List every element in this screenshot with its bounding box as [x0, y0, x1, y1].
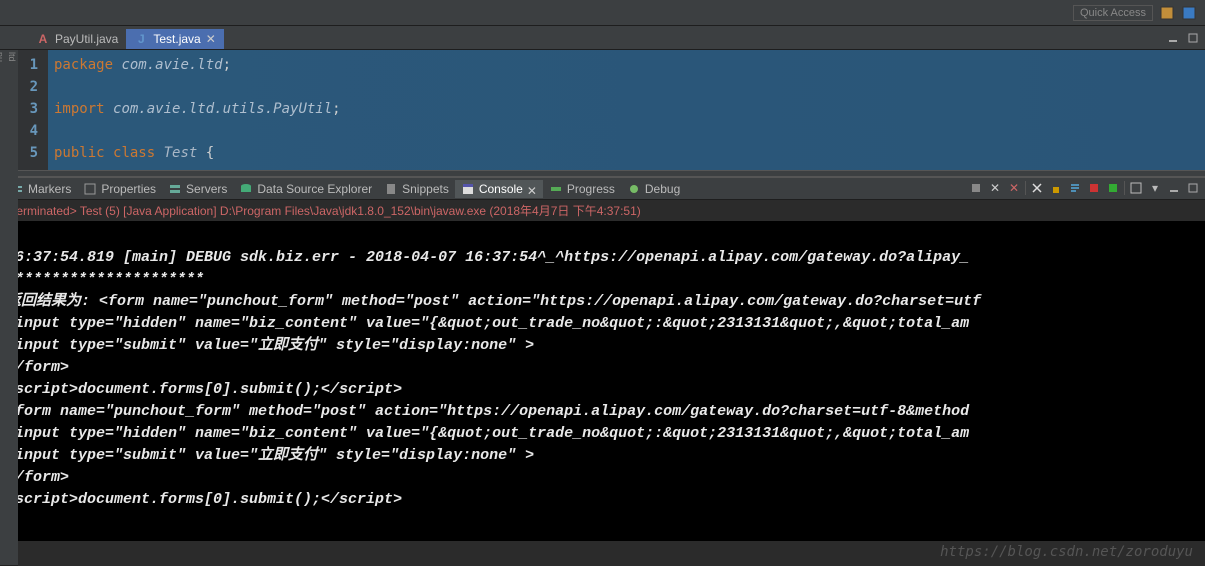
minimize-icon[interactable]: [1165, 30, 1181, 46]
keyword: public: [54, 145, 105, 161]
tab-console[interactable]: Console ✕: [455, 180, 543, 198]
keyword: package: [54, 57, 113, 73]
console-line: 16:37:54.819 [main] DEBUG sdk.biz.err - …: [6, 247, 1199, 269]
panel-tab-label: Properties: [101, 182, 156, 196]
console-icon: [461, 182, 475, 196]
panel-tab-label: Snippets: [402, 182, 449, 196]
close-icon[interactable]: ✕: [527, 184, 537, 194]
panel-tab-label: Servers: [186, 182, 227, 196]
bug-icon: [627, 182, 641, 196]
brace: {: [206, 145, 214, 161]
snippets-icon: [384, 182, 398, 196]
keyword: class: [113, 145, 155, 161]
semicolon: ;: [223, 57, 231, 73]
maximize-icon[interactable]: [1185, 30, 1201, 46]
package-name: com.avie.ltd: [121, 57, 222, 73]
java-file-icon: A: [36, 32, 50, 46]
open-console-icon[interactable]: [1128, 180, 1144, 196]
watermark-text: https://blog.csdn.net/zoroduyu: [940, 544, 1193, 560]
quick-access-field[interactable]: Quick Access: [1073, 5, 1153, 21]
console-line: **********************: [6, 269, 1199, 291]
maximize-icon[interactable]: [1185, 180, 1201, 196]
strip-item[interactable]: nu: [0, 50, 6, 566]
console-line: </form>: [6, 467, 1199, 489]
word-wrap-icon[interactable]: [1067, 180, 1083, 196]
panel-tab-label: Debug: [645, 182, 680, 196]
servers-icon: [168, 182, 182, 196]
code-text[interactable]: package com.avie.ltd; import com.avie.lt…: [48, 50, 1205, 170]
console-process-label: <terminated> Test (5) [Java Application]…: [0, 200, 1205, 221]
editor-tab-test[interactable]: J Test.java ✕: [126, 29, 223, 49]
remove-launch-icon[interactable]: ✕: [987, 180, 1003, 196]
console-line: <form name="punchout_form" method="post"…: [6, 401, 1199, 423]
pin-console-icon[interactable]: [1086, 180, 1102, 196]
properties-icon: [83, 182, 97, 196]
code-editor[interactable]: 1 2 3 4 5 package com.avie.ltd; import c…: [0, 50, 1205, 170]
tab-progress[interactable]: Progress: [543, 180, 621, 198]
tab-debug[interactable]: Debug: [621, 180, 686, 198]
console-line: <input type="hidden" name="biz_content" …: [6, 423, 1199, 445]
semicolon: ;: [332, 101, 340, 117]
clear-console-icon[interactable]: [1029, 180, 1045, 196]
progress-icon: [549, 182, 563, 196]
console-line: </form>: [6, 357, 1199, 379]
console-line: <script>document.forms[0].submit();</scr…: [6, 489, 1199, 511]
perspective-icon-1[interactable]: [1159, 5, 1175, 21]
console-line: <input type="submit" value="立即支付" style=…: [6, 445, 1199, 467]
console-line: <script>document.forms[0].submit();</scr…: [6, 379, 1199, 401]
console-line: 返回结果为: <form name="punchout_form" method…: [6, 291, 1199, 313]
display-console-icon[interactable]: [1105, 180, 1121, 196]
tab-snippets[interactable]: Snippets: [378, 180, 455, 198]
class-name: Test: [164, 145, 198, 161]
tab-properties[interactable]: Properties: [77, 180, 162, 198]
java-file-icon: J: [134, 32, 148, 46]
console-line: <input type="hidden" name="biz_content" …: [6, 313, 1199, 335]
separator: [1124, 181, 1125, 195]
panel-tab-label: Markers: [28, 182, 71, 196]
separator: [1025, 181, 1026, 195]
minimize-icon[interactable]: [1166, 180, 1182, 196]
console-output[interactable]: 16:37:54.819 [main] DEBUG sdk.biz.err - …: [0, 221, 1205, 541]
left-view-strip[interactable]: ltd nu va bu nd: [0, 50, 18, 566]
editor-tab-label: Test.java: [153, 32, 200, 46]
close-icon[interactable]: ✕: [206, 34, 216, 44]
import-path: com.avie.ltd.utils.PayUtil: [113, 101, 332, 117]
bottom-panel-tabs: Markers Properties Servers Data Source E…: [0, 176, 1205, 200]
panel-tab-label: Progress: [567, 182, 615, 196]
panel-tab-label: Console: [479, 182, 523, 196]
perspective-icon-2[interactable]: [1181, 5, 1197, 21]
tab-datasource[interactable]: Data Source Explorer: [233, 180, 378, 198]
database-icon: [239, 182, 253, 196]
keyword: import: [54, 101, 105, 117]
dropdown-icon[interactable]: ▾: [1147, 180, 1163, 196]
panel-tab-label: Data Source Explorer: [257, 182, 372, 196]
tab-servers[interactable]: Servers: [162, 180, 233, 198]
terminate-icon[interactable]: [968, 180, 984, 196]
strip-item[interactable]: ltd: [6, 50, 18, 566]
scroll-lock-icon[interactable]: [1048, 180, 1064, 196]
editor-tab-bar: A PayUtil.java J Test.java ✕: [0, 26, 1205, 50]
remove-all-icon[interactable]: ✕: [1006, 180, 1022, 196]
top-toolbar: Quick Access: [0, 0, 1205, 26]
editor-tab-label: PayUtil.java: [55, 32, 118, 46]
editor-tab-payutil[interactable]: A PayUtil.java: [28, 29, 126, 49]
console-line: <input type="submit" value="立即支付" style=…: [6, 335, 1199, 357]
console-toolbar: ✕ ✕ ▾: [968, 180, 1201, 196]
